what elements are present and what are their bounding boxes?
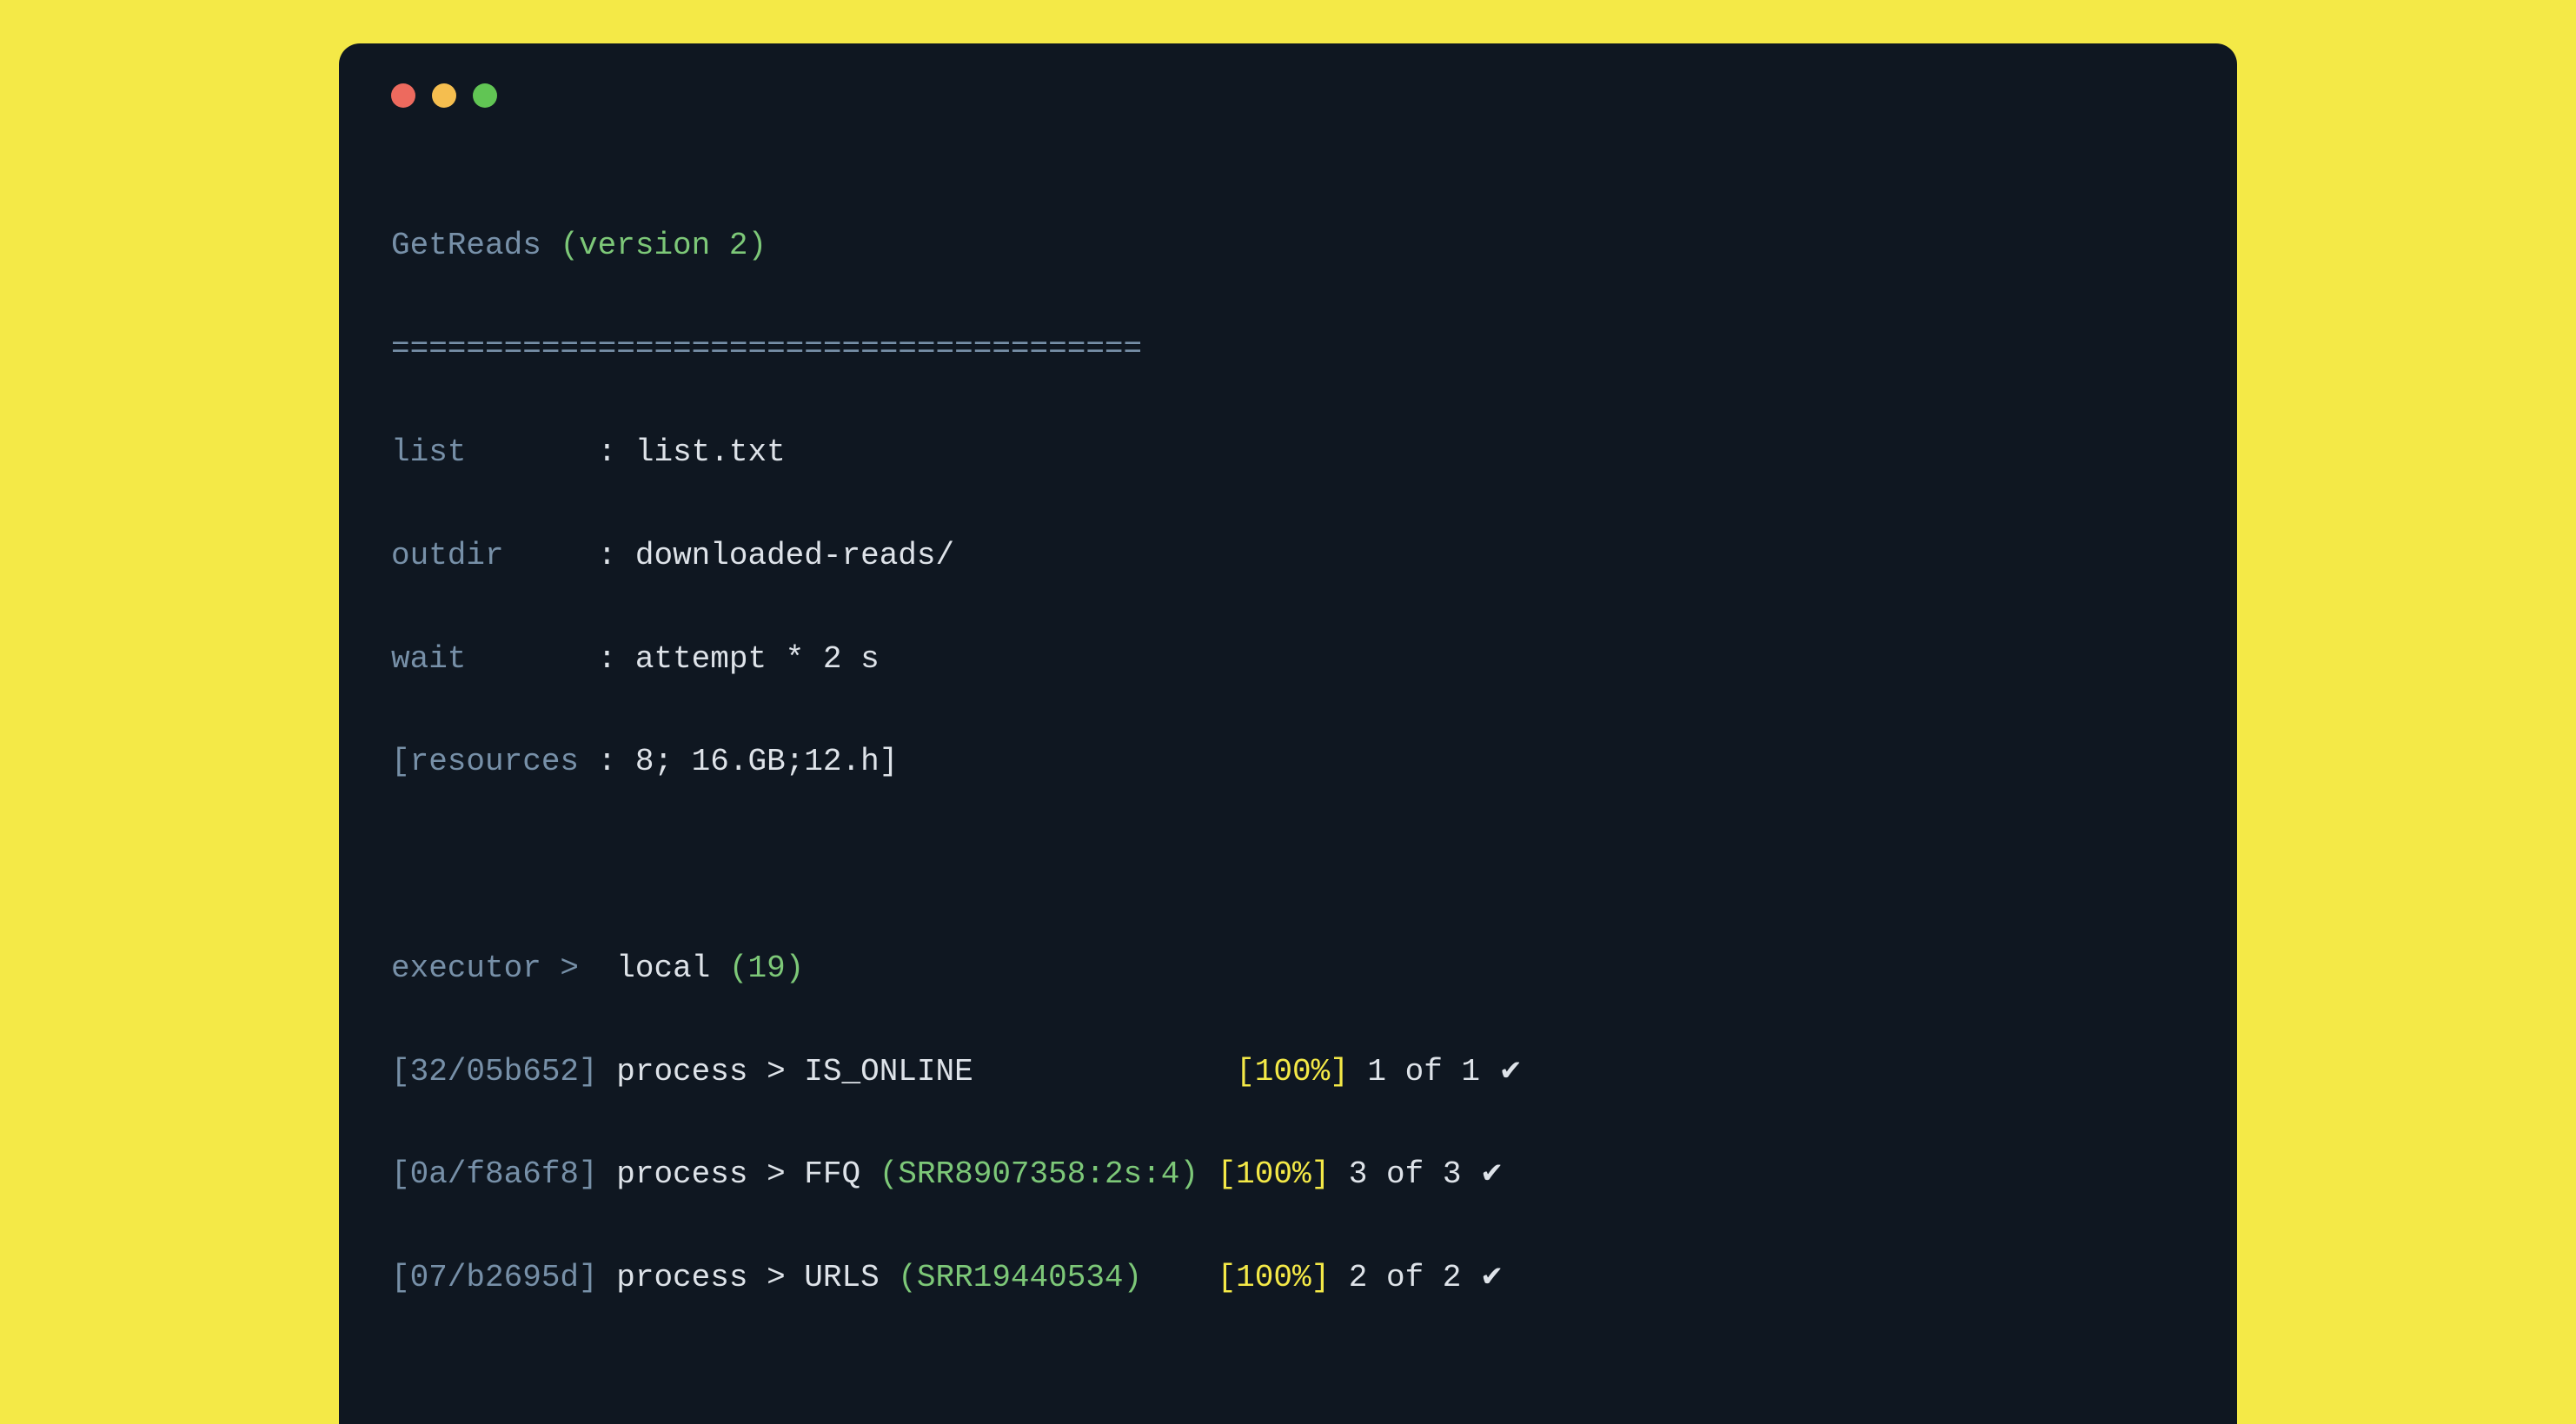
minimize-icon[interactable] [432, 83, 456, 108]
executor-line: executor > local (19) [391, 943, 2185, 994]
window-controls [391, 83, 2185, 108]
param-wait: wait : attempt * 2 s [391, 633, 2185, 685]
check-icon: ✔ [1499, 1056, 1523, 1089]
param-outdir: outdir : downloaded-reads/ [391, 530, 2185, 581]
check-icon: ✔ [1480, 1262, 1504, 1295]
maximize-icon[interactable] [473, 83, 497, 108]
terminal-window: GetReads (version 2) ===================… [339, 43, 2237, 1424]
app-version: (version 2) [560, 228, 767, 263]
divider: ======================================== [391, 323, 2185, 374]
process-row: [32/05b652] process > IS_ONLINE [100%] 1… [391, 1046, 2185, 1097]
check-icon: ✔ [1480, 1159, 1504, 1191]
terminal-output: GetReads (version 2) ===================… [391, 169, 2185, 1407]
param-resources: [resources : 8; 16.GB;12.h] [391, 736, 2185, 787]
close-icon[interactable] [391, 83, 415, 108]
app-name: GetReads [391, 228, 541, 263]
process-row: [07/b2695d] process > URLS (SRR19440534)… [391, 1252, 2185, 1303]
param-list: list : list.txt [391, 427, 2185, 478]
process-row: [0a/f8a6f8] process > FFQ (SRR8907358:2s… [391, 1149, 2185, 1200]
